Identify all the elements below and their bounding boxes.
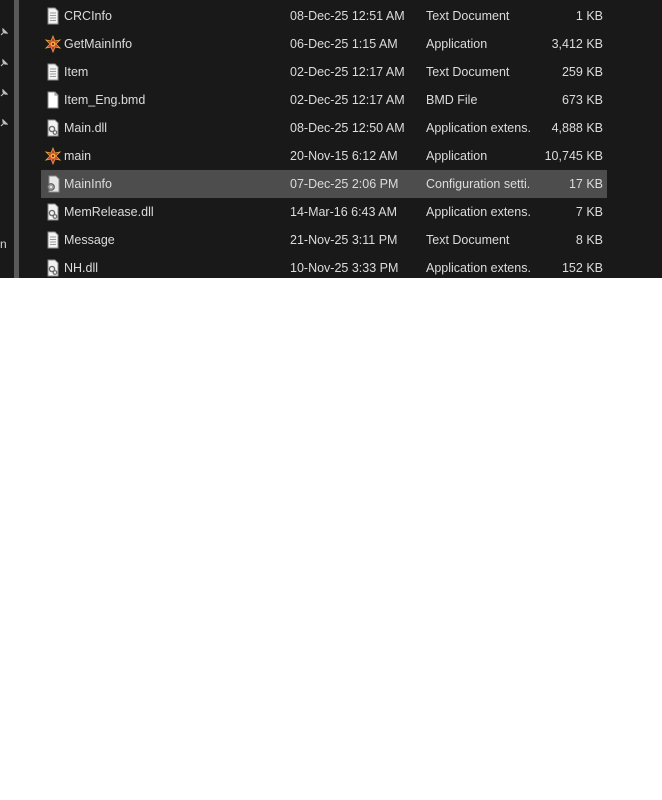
file-type: Application extens...	[426, 205, 530, 219]
application-icon	[45, 35, 61, 53]
file-type: Application	[426, 37, 488, 51]
file-type: Application	[426, 149, 488, 163]
file-date-modified: 08-Dec-25 12:51 AM	[290, 9, 405, 23]
file-name: Main.dll	[64, 121, 108, 135]
file-name: Message	[64, 233, 115, 247]
text-document-icon	[45, 7, 61, 25]
file-type: Text Document	[426, 233, 510, 247]
pin-icon[interactable]	[0, 28, 8, 36]
file-row[interactable]: Item 02-Dec-25 12:17 AM Text Document 259 K…	[41, 58, 607, 86]
dll-file-icon	[45, 119, 61, 137]
file-name: main	[64, 149, 92, 163]
file-row[interactable]: Item_Eng.bmd 02-Dec-25 12:17 AM BMD File 67…	[41, 86, 607, 114]
file-date-modified: 08-Dec-25 12:50 AM	[290, 121, 405, 135]
file-name: GetMainInfo	[64, 37, 133, 51]
file-size: 7 KB	[575, 205, 603, 219]
file-name: MemRelease.dll	[64, 205, 154, 219]
file-date-modified: 06-Dec-25 1:15 AM	[290, 37, 398, 51]
file-name: Item	[64, 65, 89, 79]
file-row[interactable]: MemRelease.dll 14-Mar-16 6:43 AM Applicati…	[41, 198, 607, 226]
text-document-icon	[45, 63, 61, 81]
file-size: 3,412 KB	[551, 37, 603, 51]
file-row[interactable]: CRCInfo 08-Dec-25 12:51 AM Text Document 1 …	[41, 2, 607, 30]
pin-icon[interactable]	[0, 89, 8, 97]
file-size: 1 KB	[575, 9, 603, 23]
file-explorer-window: n CRCInfo 08-Dec-25 12:51 AM Text Document…	[0, 0, 662, 278]
file-type: Application extens...	[426, 261, 530, 275]
file-row[interactable]: Main.dll 08-Dec-25 12:50 AM Application ex…	[41, 114, 607, 142]
pin-icon[interactable]	[0, 59, 8, 67]
config-file-icon	[45, 175, 61, 193]
text-document-icon	[45, 231, 61, 249]
file-type: Text Document	[426, 65, 510, 79]
pin-icon[interactable]	[0, 119, 8, 127]
file-list: CRCInfo 08-Dec-25 12:51 AM Text Document 1 …	[41, 2, 607, 278]
file-row[interactable]: NH.dll 10-Nov-25 3:33 PM Application exten…	[41, 254, 607, 278]
file-date-modified: 10-Nov-25 3:33 PM	[290, 261, 399, 275]
file-row[interactable]: MainInfo 07-Dec-25 2:06 PM Configuration s…	[41, 170, 607, 198]
file-name: Item_Eng.bmd	[64, 93, 146, 107]
file-type: Configuration setti...	[426, 177, 530, 191]
pane-splitter[interactable]	[14, 0, 19, 278]
file-name: NH.dll	[64, 261, 99, 275]
file-size: 8 KB	[575, 233, 603, 247]
file-row[interactable]: GetMainInfo 06-Dec-25 1:15 AM Application 3…	[41, 30, 607, 58]
file-size: 10,745 KB	[544, 149, 603, 163]
application-icon	[45, 147, 61, 165]
dll-file-icon	[45, 259, 61, 277]
file-size: 259 KB	[561, 65, 603, 79]
file-size: 17 KB	[568, 177, 603, 191]
file-date-modified: 07-Dec-25 2:06 PM	[290, 177, 399, 191]
file-date-modified: 14-Mar-16 6:43 AM	[290, 205, 397, 219]
file-row[interactable]: main 20-Nov-15 6:12 AM Application 10,745 K…	[41, 142, 607, 170]
file-date-modified: 02-Dec-25 12:17 AM	[290, 93, 405, 107]
file-date-modified: 02-Dec-25 12:17 AM	[290, 65, 405, 79]
file-size: 4,888 KB	[551, 121, 603, 135]
file-date-modified: 21-Nov-25 3:11 PM	[290, 233, 398, 247]
nav-item-label[interactable]: n	[0, 237, 13, 251]
file-type: Application extens...	[426, 121, 530, 135]
file-row[interactable]: Message 21-Nov-25 3:11 PM Text Document 8 K…	[41, 226, 607, 254]
file-name: MainInfo	[64, 177, 112, 191]
blank-file-icon	[45, 91, 61, 109]
file-type: Text Document	[426, 9, 510, 23]
file-date-modified: 20-Nov-15 6:12 AM	[290, 149, 398, 163]
file-name: CRCInfo	[64, 9, 112, 23]
navigation-pane: n	[0, 0, 13, 278]
file-size: 152 KB	[561, 261, 603, 275]
dll-file-icon	[45, 203, 61, 221]
file-size: 673 KB	[561, 93, 603, 107]
file-type: BMD File	[426, 93, 478, 107]
